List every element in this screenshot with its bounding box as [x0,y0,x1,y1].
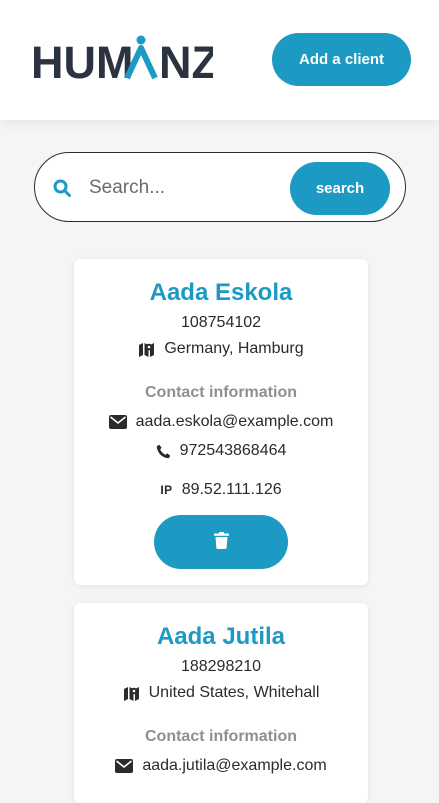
client-email: aada.jutila@example.com [74,757,368,775]
contact-info-heading: Contact information [145,384,297,401]
client-ip: IP 89.52.111.126 [74,481,368,499]
client-location: Germany, Hamburg [74,340,368,358]
email-text: aada.eskola@example.com [135,413,334,430]
envelope-icon [115,759,134,773]
client-id: 108754102 [180,314,262,331]
app-header: HUM NZ Add a client [0,0,439,120]
humanz-logo[interactable]: HUM NZ [31,30,213,86]
phone-text: 972543868464 [179,442,287,459]
svg-text:NZ: NZ [159,37,213,86]
trash-icon [213,532,229,552]
add-client-button[interactable]: Add a client [272,33,411,86]
location-text: Germany, Hamburg [164,340,304,357]
client-name: Aada Jutila [156,623,286,650]
map-icon [138,342,155,357]
search-input[interactable] [87,169,291,207]
delete-client-button[interactable] [154,515,288,569]
contact-info-heading: Contact information [145,728,297,745]
map-icon [123,686,140,701]
client-id: 188298210 [180,658,262,675]
email-text: aada.jutila@example.com [142,757,327,774]
search-bar: search [34,152,406,222]
search-icon [53,179,71,197]
client-email: aada.eskola@example.com [74,413,368,431]
client-location: United States, Whitehall [74,684,368,702]
svg-text:HUM: HUM [31,37,133,86]
phone-icon [156,444,171,459]
envelope-icon [108,415,127,429]
ip-label: IP [160,483,173,497]
location-text: United States, Whitehall [148,684,320,701]
client-name: Aada Eskola [149,279,293,306]
ip-text: 89.52.111.126 [181,481,282,498]
client-phone: 972543868464 [74,442,368,460]
search-button[interactable]: search [290,162,390,215]
client-card: Aada Jutila 188298210 United States, Whi… [74,603,368,803]
client-card: Aada Eskola 108754102 Germany, Hamburg C… [74,259,368,585]
